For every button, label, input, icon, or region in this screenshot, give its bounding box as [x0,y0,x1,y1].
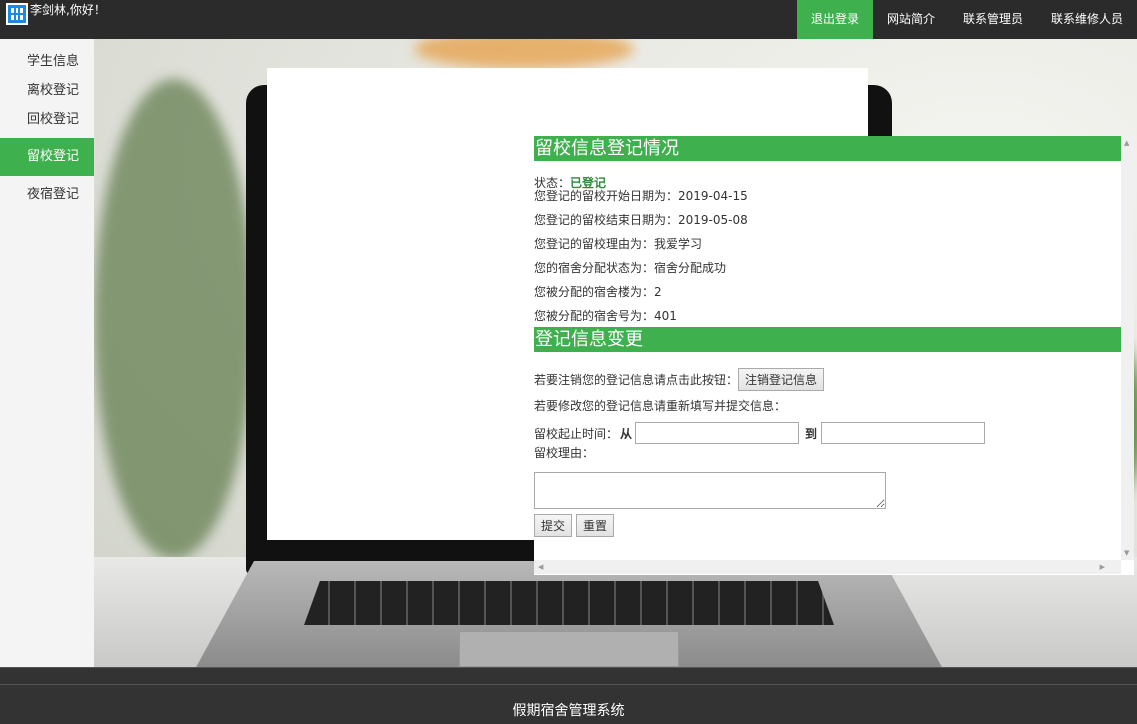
end-date-input[interactable] [821,422,986,444]
plant-decoration-left [94,79,254,559]
info-start-date: 您登记的留校开始日期为：2019-04-15 [534,189,748,203]
books-decoration [414,39,634,69]
site-intro-link[interactable]: 网站简介 [873,0,949,39]
info-dorm-status: 您的宿舍分配状态为：宿舍分配成功 [534,261,727,275]
footer-divider [0,684,1137,685]
submit-button[interactable]: 提交 [534,514,573,537]
laptop-keyboard [304,581,834,625]
contact-admin-link[interactable]: 联系管理员 [949,0,1037,39]
building-logo-icon [6,3,28,25]
sidebar-item-student-info[interactable]: 学生信息 [0,47,94,76]
sidebar-item-leave-school[interactable]: 离校登记 [0,76,94,105]
footer-text: 假期宿舍管理系统 [512,703,625,719]
scroll-up-icon[interactable]: ▲ [1124,139,1129,147]
scroll-left-icon[interactable]: ◀ [538,563,543,571]
change-form: 若要注销您的登记信息请点击此按钮： 注销登记信息 若要修改您的登记信息请重新填写… [534,368,1134,537]
cancel-prompt: 若要注销您的登记信息请点击此按钮： [534,373,739,387]
contact-repair-link[interactable]: 联系维修人员 [1037,0,1137,39]
content-frame: 留校信息登记情况 状态：已登记 您登记的留校开始日期为：2019-04-15 您… [267,68,1134,575]
cancel-registration-button[interactable]: 注销登记信息 [738,368,825,391]
scroll-down-icon[interactable]: ▼ [1124,549,1129,557]
footer: 假期宿舍管理系统 [0,667,1137,724]
top-bar: 李剑林,你好！ 退出登录 网站简介 联系管理员 联系维修人员 [0,0,1137,39]
form-buttons: 提交 重置 [534,514,1134,537]
info-reason: 您登记的留校理由为：我爱学习 [534,237,703,251]
modify-prompt: 若要修改您的登记信息请重新填写并提交信息： [534,399,787,413]
time-label: 留校起止时间： [534,426,619,441]
sidebar: 学生信息 离校登记 回校登记 留校登记 夜宿登记 [0,39,94,667]
from-label: 从 [620,426,633,441]
status-value: 已登记 [570,176,607,190]
info-end-date: 您登记的留校结束日期为：2019-05-08 [534,213,748,227]
user-greeting: 李剑林,你好！ [30,3,106,17]
start-date-input[interactable] [635,422,800,444]
to-label: 到 [805,426,818,441]
content-panel: 留校信息登记情况 状态：已登记 您登记的留校开始日期为：2019-04-15 您… [534,136,1134,575]
sidebar-item-return-school[interactable]: 回校登记 [0,105,94,134]
status-label: 状态： [534,176,571,190]
reason-label: 留校理由： [534,446,595,460]
time-row: 留校起止时间： 从 到 [534,422,1134,444]
sidebar-item-stay-school[interactable]: 留校登记 [0,138,94,176]
top-nav: 退出登录 网站简介 联系管理员 联系维修人员 [796,0,1137,39]
horizontal-scrollbar[interactable]: ◀ ▶ [534,560,1121,574]
reason-textarea[interactable] [534,472,886,509]
section-title-change: 登记信息变更 [534,327,1121,352]
sidebar-item-overnight[interactable]: 夜宿登记 [0,180,94,209]
reset-button[interactable]: 重置 [576,514,615,537]
scroll-right-icon[interactable]: ▶ [1100,563,1105,571]
laptop-trackpad [459,631,679,667]
logout-link[interactable]: 退出登录 [796,0,873,39]
section-title-registration: 留校信息登记情况 [534,136,1121,161]
cancel-row: 若要注销您的登记信息请点击此按钮： 注销登记信息 [534,368,1134,391]
vertical-scrollbar[interactable]: ▲ ▼ [1121,136,1134,560]
info-dorm-building: 您被分配的宿舍楼为：2 [534,285,662,299]
info-dorm-room: 您被分配的宿舍号为：401 [534,309,677,323]
